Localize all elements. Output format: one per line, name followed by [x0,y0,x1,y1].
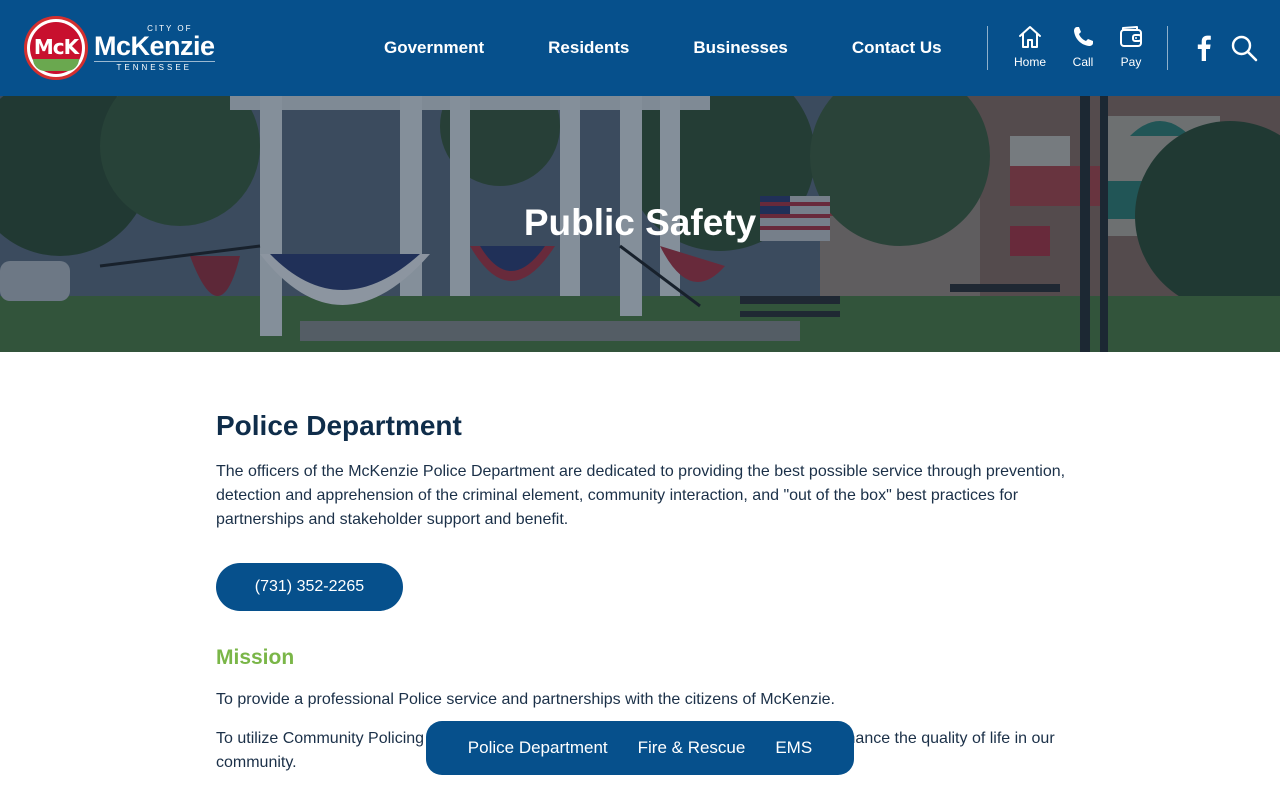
nav-government[interactable]: Government [352,38,516,58]
quick-link-label: Pay [1120,55,1142,69]
nav-contact-us[interactable]: Contact Us [820,38,974,58]
main-nav: Government Residents Businesses Contact … [352,0,974,96]
quick-link-label: Call [1072,55,1094,69]
quick-link-label: Home [1013,55,1046,69]
logo-city-name: McKenzie [94,31,215,61]
nav-businesses[interactable]: Businesses [661,38,820,58]
search-icon[interactable] [1230,34,1258,62]
quick-link-home[interactable]: Home [1006,24,1054,69]
page-title: Public Safety [523,202,757,243]
quick-link-call[interactable]: Call [1059,24,1107,69]
subnav-police-department[interactable]: Police Department [468,738,608,758]
section-subnav: Police Department Fire & Rescue EMS [426,721,854,775]
facebook-icon[interactable] [1192,34,1216,62]
main-content: Police Department The officers of the Mc… [216,352,1076,775]
header-divider [987,26,988,70]
mission-heading: Mission [216,646,295,669]
subnav-fire-rescue[interactable]: Fire & Rescue [638,738,746,758]
phone-button[interactable]: (731) 352-2265 [216,563,403,611]
seal-monogram: McK [33,35,79,59]
wallet-icon [1120,26,1142,47]
mission-paragraph: To provide a professional Police service… [216,691,835,708]
nav-residents[interactable]: Residents [516,38,661,58]
home-icon [1019,26,1041,48]
phone-icon [1074,27,1093,46]
logo-state: TENNESSEE [94,61,215,72]
header-divider [1167,26,1168,70]
section-heading: Police Department [216,410,462,441]
site-header: McK CITY OF McKenzie TENNESSEE Governmen… [0,0,1280,96]
subnav-ems[interactable]: EMS [775,738,812,758]
quick-link-pay[interactable]: Pay [1107,24,1155,69]
city-logo[interactable]: McK CITY OF McKenzie TENNESSEE [24,16,234,80]
logo-wordmark: CITY OF McKenzie TENNESSEE [94,24,215,72]
hero-banner: Public Safety [0,96,1280,352]
intro-paragraph: The officers of the McKenzie Police Depa… [216,463,1066,528]
city-seal: McK [24,16,88,80]
